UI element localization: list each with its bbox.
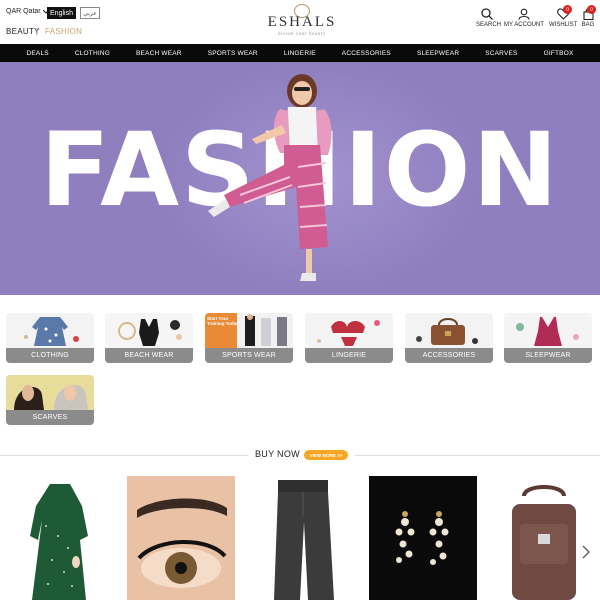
search-icon: [481, 8, 493, 20]
sports-promo-text: Start Your Training Today: [207, 316, 239, 327]
product-card[interactable]: [248, 476, 356, 600]
nav-item-scarves[interactable]: SCARVES: [472, 50, 530, 57]
category-sports-wear[interactable]: Start Your Training Today SPORTS WEAR: [205, 313, 293, 363]
nav-item-accessories[interactable]: ACCESSORIES: [329, 50, 404, 57]
nav-item-lingerie[interactable]: LINGERIE: [271, 50, 329, 57]
product-card[interactable]: [369, 476, 477, 600]
account-button[interactable]: MY ACCOUNT: [504, 8, 544, 28]
product-image-pearl-earrings: [369, 476, 477, 600]
logo-tagline: bloom your beauty: [278, 32, 326, 37]
main-nav: DEALS CLOTHING BEACH WEAR SPORTS WEAR LI…: [0, 44, 600, 62]
category-beach-wear[interactable]: BEACH WEAR: [105, 313, 193, 363]
product-image-leather-backpack: [490, 476, 598, 600]
wishlist-count-badge: 0: [563, 5, 572, 14]
product-card[interactable]: [6, 476, 114, 600]
category-separator: |: [36, 27, 39, 36]
hero-model-image: [208, 74, 332, 281]
category-label: ACCESSORIES: [405, 348, 493, 363]
bag-button[interactable]: 0 BAG: [580, 5, 596, 28]
category-label: CLOTHING: [6, 348, 94, 363]
category-lingerie[interactable]: LINGERIE: [305, 313, 393, 363]
sleepwear-thumbnail: [504, 313, 592, 348]
search-button[interactable]: SEARCH: [476, 8, 502, 28]
category-label: SLEEPWEAR: [504, 348, 592, 363]
category-clothing[interactable]: CLOTHING: [6, 313, 94, 363]
product-card[interactable]: [490, 476, 598, 600]
category-label: SPORTS WEAR: [205, 348, 293, 363]
product-image-jogger-pants: [248, 476, 356, 600]
site-logo[interactable]: ESHALS bloom your beauty: [265, 4, 339, 40]
user-icon: [518, 8, 530, 20]
product-image-green-dress: [6, 476, 114, 600]
category-label: LINGERIE: [305, 348, 393, 363]
section-divider-right: [355, 455, 600, 456]
logo-text: ESHALS: [267, 14, 337, 30]
bag-label: BAG: [581, 22, 595, 28]
clothing-thumbnail: [6, 313, 94, 348]
product-card[interactable]: [127, 476, 235, 600]
nav-item-giftbox[interactable]: GIFTBOX: [531, 50, 587, 57]
carousel-next-button[interactable]: [582, 545, 591, 562]
beauty-link[interactable]: BEAUTY: [6, 27, 40, 36]
category-label: SCARVES: [6, 410, 94, 425]
site-header: QAR Qatar English عربي BEAUTY | FASHION …: [0, 0, 600, 44]
category-sleepwear[interactable]: SLEEPWEAR: [504, 313, 592, 363]
language-arabic-button[interactable]: عربي: [80, 7, 100, 19]
section-divider-left: [0, 455, 248, 456]
language-english-button[interactable]: English: [47, 7, 76, 19]
nav-item-clothing[interactable]: CLOTHING: [62, 50, 123, 57]
category-scarves[interactable]: SCARVES: [6, 375, 94, 425]
category-label: BEACH WEAR: [105, 348, 193, 363]
chevron-right-icon: [582, 545, 591, 559]
view-more-button[interactable]: VIEW MORE >>: [304, 450, 348, 460]
country-label: QAR Qatar: [6, 8, 41, 15]
wishlist-label: WISHLIST: [549, 22, 578, 28]
buy-now-heading: BUY NOW: [255, 449, 300, 459]
product-image-eyelashes: [127, 476, 235, 600]
wishlist-button[interactable]: 0 WISHLIST: [549, 5, 578, 28]
hero-banner[interactable]: FASHION: [0, 62, 600, 295]
category-accessories[interactable]: ACCESSORIES: [405, 313, 493, 363]
accessories-thumbnail: [405, 313, 493, 348]
account-label: MY ACCOUNT: [504, 22, 544, 28]
nav-item-beach-wear[interactable]: BEACH WEAR: [123, 50, 195, 57]
fashion-link[interactable]: FASHION: [45, 27, 82, 36]
search-label: SEARCH: [476, 22, 502, 28]
nav-item-sports-wear[interactable]: SPORTS WEAR: [195, 50, 271, 57]
beach-wear-thumbnail: [105, 313, 193, 348]
nav-item-deals[interactable]: DEALS: [13, 50, 61, 57]
nav-item-sleepwear[interactable]: SLEEPWEAR: [404, 50, 472, 57]
lingerie-thumbnail: [305, 313, 393, 348]
country-selector[interactable]: QAR Qatar: [6, 8, 49, 15]
bag-count-badge: 0: [587, 5, 596, 14]
scarves-thumbnail: [6, 375, 94, 410]
